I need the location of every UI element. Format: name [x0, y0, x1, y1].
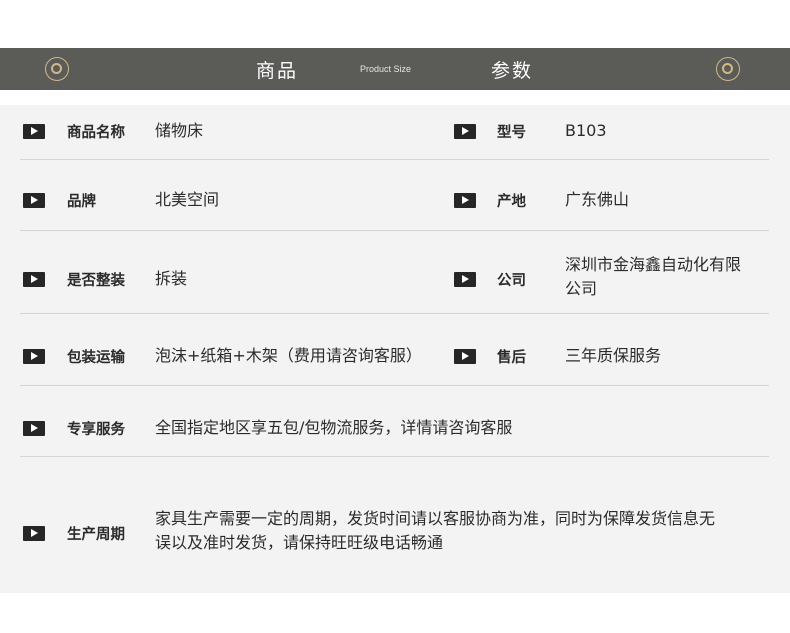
spec-panel: 商品名称 储物床 型号 B103 品牌 北美空间 产地 广东佛山 是否整装 拆装… [0, 105, 790, 593]
banner-title-right: 参数 [491, 60, 534, 82]
spec-value: 家具生产需要一定的周期，发货时间请以客服协商为准，同时为保障发货信息无误以及准时… [155, 509, 716, 552]
spec-value: B103 [565, 121, 607, 140]
spec-label: 商品名称 [67, 125, 125, 141]
header-banner: 商品 Product Size 参数 [0, 48, 790, 90]
spec-value: 广东佛山 [565, 190, 630, 209]
play-icon [23, 526, 45, 541]
spec-label: 型号 [497, 125, 526, 141]
banner-title-left: 商品 [256, 60, 299, 82]
spec-label: 包装运输 [67, 350, 125, 366]
spec-label: 公司 [497, 273, 526, 289]
play-icon [23, 193, 45, 208]
spec-value: 拆装 [155, 269, 188, 288]
spec-label: 售后 [497, 350, 526, 366]
spec-value: 储物床 [155, 121, 204, 140]
spec-label: 生产周期 [67, 527, 125, 543]
play-icon [454, 349, 476, 364]
play-icon [454, 193, 476, 208]
spec-row: 品牌 北美空间 产地 广东佛山 [20, 160, 769, 231]
spec-label: 专享服务 [67, 422, 125, 438]
play-icon [23, 349, 45, 364]
spec-value: 全国指定地区享五包/包物流服务，详情请咨询客服 [155, 418, 513, 437]
spec-value: 深圳市金海鑫自动化有限公司 [565, 255, 742, 298]
ring-icon [45, 57, 69, 81]
play-icon [23, 421, 45, 436]
spec-label: 产地 [497, 194, 526, 210]
play-icon [454, 272, 476, 287]
play-icon [23, 272, 45, 287]
spec-row: 专享服务 全国指定地区享五包/包物流服务，详情请咨询客服 [20, 386, 769, 457]
play-icon [454, 124, 476, 139]
spec-value: 北美空间 [155, 190, 220, 209]
banner-subtitle: Product Size [360, 64, 412, 74]
spec-row: 生产周期 家具生产需要一定的周期，发货时间请以客服协商为准，同时为保障发货信息无… [20, 457, 769, 593]
spec-label: 是否整装 [67, 273, 125, 289]
ring-icon [716, 57, 740, 81]
spec-value: 泡沫+纸箱+木架（费用请咨询客服） [155, 346, 422, 365]
spec-row: 包装运输 泡沫+纸箱+木架（费用请咨询客服） 售后 三年质保服务 [20, 314, 769, 386]
spec-label: 品牌 [67, 194, 96, 210]
spec-row: 是否整装 拆装 公司 深圳市金海鑫自动化有限公司 [20, 231, 769, 314]
spec-row: 商品名称 储物床 型号 B103 [20, 105, 769, 160]
spec-value: 三年质保服务 [565, 346, 662, 365]
play-icon [23, 124, 45, 139]
